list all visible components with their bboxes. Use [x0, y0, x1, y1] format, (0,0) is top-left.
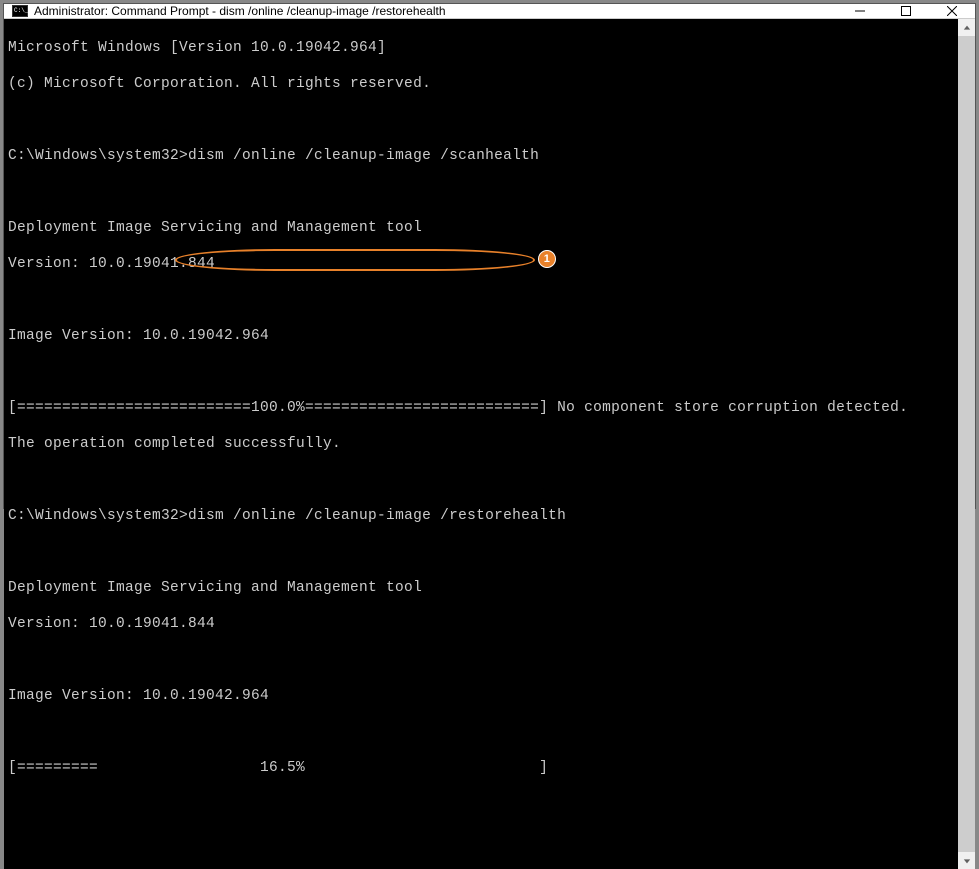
output-line — [8, 651, 958, 669]
chevron-down-icon — [963, 857, 971, 865]
scrollbar-down-button[interactable] — [958, 852, 975, 869]
badge-number: 1 — [544, 250, 550, 268]
close-button[interactable] — [929, 4, 975, 18]
terminal-output[interactable]: Microsoft Windows [Version 10.0.19042.96… — [4, 19, 958, 869]
output-line: Image Version: 10.0.19042.964 — [8, 687, 958, 705]
command-line: C:\Windows\system32>dism /online /cleanu… — [8, 507, 958, 525]
output-line: Version: 10.0.19041.844 — [8, 615, 958, 633]
cmd-icon — [12, 5, 28, 17]
progress-bar-line: [==========================100.0%=======… — [8, 399, 958, 417]
output-line: (c) Microsoft Corporation. All rights re… — [8, 75, 958, 93]
chevron-up-icon — [963, 24, 971, 32]
maximize-icon — [901, 6, 911, 16]
progress-bar-line: [========= 16.5% ] — [8, 759, 958, 777]
command-line: C:\Windows\system32>dism /online /cleanu… — [8, 147, 958, 165]
output-line — [8, 111, 958, 129]
output-line: Image Version: 10.0.19042.964 — [8, 327, 958, 345]
output-line — [8, 723, 958, 741]
annotation-badge: 1 — [538, 250, 556, 268]
minimize-icon — [855, 6, 865, 16]
output-line: Version: 10.0.19041.844 — [8, 255, 958, 273]
window-title: Administrator: Command Prompt - dism /on… — [34, 4, 837, 18]
maximize-button[interactable] — [883, 4, 929, 18]
output-line: Deployment Image Servicing and Managemen… — [8, 219, 958, 237]
window-controls — [837, 4, 975, 18]
output-line — [8, 291, 958, 309]
terminal-area: Microsoft Windows [Version 10.0.19042.96… — [4, 19, 975, 869]
close-icon — [947, 6, 957, 16]
output-line — [8, 183, 958, 201]
prompt-path: C:\Windows\system32> — [8, 508, 188, 524]
minimize-button[interactable] — [837, 4, 883, 18]
command-prompt-window: Administrator: Command Prompt - dism /on… — [3, 3, 976, 509]
scrollbar-up-button[interactable] — [958, 19, 975, 36]
typed-command: dism /online /cleanup-image /scanhealth — [188, 148, 539, 164]
output-line: Deployment Image Servicing and Managemen… — [8, 579, 958, 597]
output-line: Microsoft Windows [Version 10.0.19042.96… — [8, 39, 958, 57]
output-line — [8, 363, 958, 381]
output-line — [8, 471, 958, 489]
vertical-scrollbar[interactable] — [958, 19, 975, 869]
prompt-path: C:\Windows\system32> — [8, 148, 188, 164]
typed-command: dism /online /cleanup-image /restoreheal… — [188, 508, 566, 524]
scrollbar-track[interactable] — [958, 36, 975, 852]
scrollbar-thumb[interactable] — [958, 36, 975, 852]
titlebar[interactable]: Administrator: Command Prompt - dism /on… — [4, 4, 975, 19]
output-line — [8, 543, 958, 561]
output-line: The operation completed successfully. — [8, 435, 958, 453]
